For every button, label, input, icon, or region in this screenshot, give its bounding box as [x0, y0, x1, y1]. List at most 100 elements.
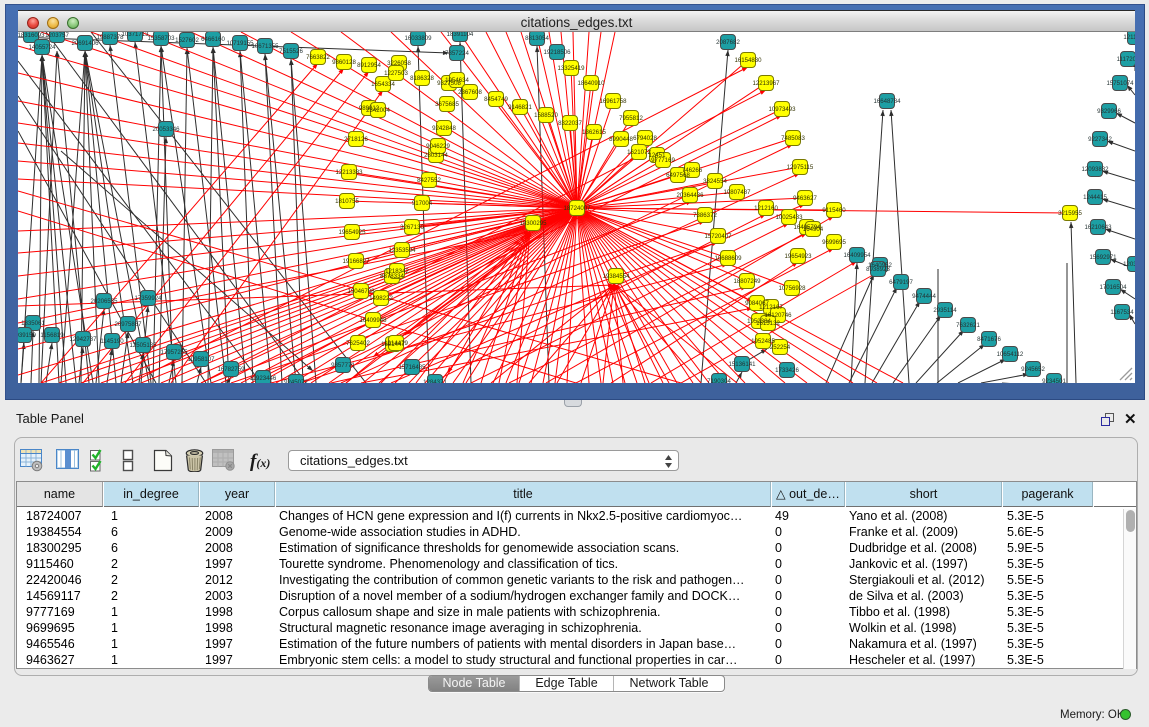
svg-text:20975867: 20975867	[114, 321, 142, 328]
svg-text:7386372: 7386372	[693, 212, 717, 219]
svg-text:18391104: 18391104	[447, 32, 474, 38]
svg-text:6479197: 6479197	[889, 279, 913, 286]
svg-text:12505135: 12505135	[129, 342, 157, 349]
svg-text:12093832: 12093832	[1081, 166, 1109, 173]
svg-text:8322037: 8322037	[558, 120, 582, 127]
svg-text:1212160: 1212160	[754, 205, 778, 212]
svg-text:164904: 164904	[803, 226, 824, 233]
svg-text:3226058: 3226058	[387, 60, 411, 67]
svg-text:1214479: 1214479	[384, 340, 408, 347]
svg-text:18640910: 18640910	[577, 80, 605, 87]
svg-text:18724007: 18724007	[563, 205, 591, 212]
svg-text:17016504: 17016504	[1099, 284, 1127, 291]
svg-text:15136141: 15136141	[728, 361, 756, 368]
svg-text:17359924: 17359924	[134, 295, 162, 302]
svg-text:19654923: 19654923	[784, 253, 812, 260]
svg-text:1167534: 1167534	[1110, 309, 1134, 316]
svg-text:16154830: 16154830	[734, 57, 762, 64]
svg-text:10654112: 10654112	[997, 351, 1024, 358]
svg-text:16409954: 16409954	[843, 252, 871, 259]
svg-text:9115460: 9115460	[822, 207, 846, 214]
svg-text:18807249: 18807249	[733, 278, 761, 285]
svg-text:19654925: 19654925	[338, 229, 366, 236]
svg-text:6794028: 6794028	[633, 135, 657, 142]
svg-text:2342004: 2342004	[366, 107, 390, 114]
svg-text:1527602: 1527602	[175, 37, 199, 44]
svg-text:18300295: 18300295	[519, 220, 547, 227]
svg-text:10958107: 10958107	[187, 356, 215, 363]
svg-text:1156819: 1156819	[40, 332, 64, 339]
svg-text:15720407: 15720407	[704, 233, 732, 240]
svg-text:9857771: 9857771	[331, 362, 355, 369]
svg-text:16409948: 16409948	[359, 317, 387, 324]
svg-text:8454749: 8454749	[484, 96, 508, 103]
svg-text:14055724: 14055724	[28, 44, 56, 51]
svg-text:1227503: 1227503	[384, 70, 408, 77]
svg-text:1211720: 1211720	[1123, 34, 1135, 41]
svg-text:1244415: 1244415	[1083, 194, 1107, 201]
svg-text:7357224: 7357224	[445, 50, 469, 57]
svg-text:8427552: 8427552	[417, 177, 441, 184]
svg-text:9245072: 9245072	[284, 379, 308, 383]
svg-text:9227342: 9227342	[1088, 136, 1112, 143]
svg-text:16210643: 16210643	[1084, 224, 1112, 231]
svg-text:9777169: 9777169	[651, 157, 675, 164]
svg-text:6466160: 6466160	[201, 36, 225, 43]
svg-text:12942737: 12942737	[69, 336, 97, 343]
svg-text:19166827: 19166827	[342, 258, 370, 265]
svg-text:15358703: 15358703	[147, 35, 175, 42]
svg-text:1203954: 1203954	[1123, 261, 1135, 268]
svg-text:1212167: 1212167	[759, 304, 783, 311]
svg-text:15716485: 15716485	[398, 364, 426, 371]
svg-text:2935114: 2935114	[933, 307, 957, 314]
svg-text:2718126: 2718126	[344, 136, 368, 143]
svg-text:9699695: 9699695	[822, 239, 846, 246]
svg-text:9046229: 9046229	[426, 143, 450, 150]
svg-text:1615132: 1615132	[756, 320, 780, 327]
svg-text:1362615: 1362615	[582, 129, 606, 136]
svg-text:10756928: 10756928	[778, 285, 806, 292]
svg-text:18316093: 18316093	[18, 32, 45, 39]
svg-text:10807487: 10807487	[723, 189, 751, 196]
svg-text:1145190: 1145190	[100, 338, 124, 345]
svg-text:19887378: 19887378	[96, 34, 124, 41]
svg-text:746266: 746266	[682, 167, 703, 174]
svg-text:1117204: 1117204	[1117, 56, 1135, 63]
svg-text:1218342: 1218342	[385, 268, 409, 275]
svg-text:12213383: 12213383	[335, 169, 363, 176]
svg-text:1939159: 1939159	[18, 332, 36, 339]
svg-text:10371713: 10371713	[121, 32, 149, 38]
svg-text:19384554: 19384554	[602, 273, 630, 280]
svg-text:15751074: 15751074	[1106, 80, 1134, 87]
svg-text:1203757: 1203757	[45, 32, 69, 39]
svg-text:8990448: 8990448	[609, 136, 633, 143]
svg-text:10025433: 10025433	[775, 214, 803, 221]
svg-text:20206535: 20206535	[90, 298, 118, 305]
svg-text:1835061: 1835061	[21, 320, 45, 327]
svg-text:15692971: 15692971	[1089, 254, 1117, 261]
svg-text:9234501: 9234501	[1042, 378, 1066, 383]
svg-text:917004: 917004	[412, 200, 433, 207]
svg-text:10719155: 10719155	[226, 40, 254, 47]
svg-text:19218506: 19218506	[543, 49, 571, 56]
svg-text:13325419: 13325419	[557, 65, 585, 72]
svg-text:7663822: 7663822	[306, 54, 330, 61]
svg-text:7955812: 7955812	[619, 115, 643, 122]
svg-text:16648784: 16648784	[873, 98, 901, 105]
svg-text:2803144: 2803144	[424, 152, 448, 159]
svg-text:12975115: 12975115	[787, 164, 814, 171]
svg-text:2367608: 2367608	[458, 89, 482, 96]
svg-text:1284371: 1284371	[423, 379, 447, 383]
svg-text:1588520: 1588520	[534, 112, 558, 119]
svg-text:12353594: 12353594	[388, 247, 416, 254]
svg-text:20364436: 20364436	[676, 192, 704, 199]
svg-text:7485083: 7485083	[781, 135, 805, 142]
svg-text:12213967: 12213967	[752, 80, 780, 87]
svg-text:3675685: 3675685	[435, 101, 459, 108]
svg-text:20053346: 20053346	[152, 126, 180, 133]
svg-text:3215955: 3215955	[1058, 210, 1082, 217]
svg-text:9245652: 9245652	[1021, 366, 1045, 373]
svg-text:8938923: 8938923	[866, 266, 890, 273]
svg-text:16120746: 16120746	[764, 312, 792, 319]
svg-text:7190304: 7190304	[707, 378, 731, 383]
